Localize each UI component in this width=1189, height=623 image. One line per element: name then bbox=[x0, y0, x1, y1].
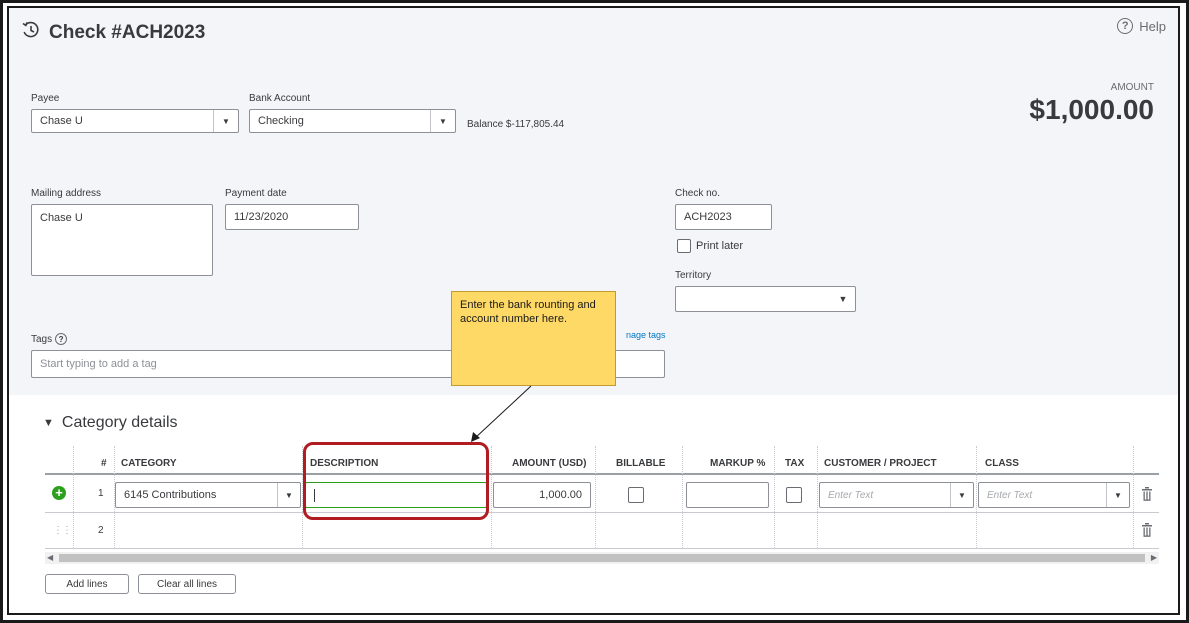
payment-date-label: Payment date bbox=[225, 188, 287, 199]
col-header-class: CLASS bbox=[985, 457, 1019, 469]
class-placeholder: Enter Text bbox=[987, 489, 1033, 501]
payee-select[interactable]: Chase U ▼ bbox=[31, 109, 239, 133]
column-divider bbox=[976, 446, 977, 548]
page-title: Check #ACH2023 bbox=[49, 21, 206, 43]
caret-down-icon[interactable]: ▼ bbox=[43, 417, 54, 429]
mailing-address-value: Chase U bbox=[40, 212, 83, 224]
customer-placeholder: Enter Text bbox=[828, 489, 874, 501]
annotation-callout: Enter the bank rounting and account numb… bbox=[451, 291, 616, 386]
payee-value: Chase U bbox=[40, 115, 83, 127]
bank-account-select[interactable]: Checking ▼ bbox=[249, 109, 456, 133]
row-number: 2 bbox=[98, 525, 104, 536]
chevron-down-icon[interactable]: ▼ bbox=[950, 483, 973, 507]
tax-checkbox[interactable] bbox=[786, 487, 802, 503]
category-value: 6145 Contributions bbox=[124, 489, 217, 501]
scrollbar-thumb[interactable] bbox=[59, 554, 1145, 562]
row-divider bbox=[45, 548, 1159, 549]
row-divider bbox=[45, 512, 1159, 513]
bank-account-label: Bank Account bbox=[249, 93, 311, 104]
category-select[interactable]: 6145 Contributions ▼ bbox=[115, 482, 301, 508]
chevron-down-icon[interactable]: ▼ bbox=[831, 287, 855, 311]
trash-icon[interactable] bbox=[1142, 487, 1152, 506]
column-divider bbox=[595, 446, 596, 548]
column-divider bbox=[1133, 446, 1134, 548]
row-number: 1 bbox=[98, 488, 104, 499]
amount-total: $1,000.00 bbox=[1029, 94, 1154, 125]
amount-value: 1,000.00 bbox=[539, 489, 582, 501]
scroll-left-icon[interactable]: ◀ bbox=[47, 553, 53, 562]
column-divider bbox=[774, 446, 775, 548]
tags-label: Tags bbox=[31, 333, 53, 345]
manage-tags-link[interactable]: nage tags bbox=[626, 330, 666, 340]
balance-value: $-117,805.44 bbox=[505, 119, 565, 130]
check-no-field[interactable]: ACH2023 bbox=[675, 204, 772, 230]
help-button[interactable]: ? Help bbox=[1117, 18, 1166, 34]
markup-input[interactable] bbox=[686, 482, 769, 508]
check-no-value: ACH2023 bbox=[684, 211, 732, 223]
column-divider bbox=[491, 446, 492, 548]
tags-label-group: Tags ? bbox=[31, 333, 68, 345]
payment-date-field[interactable]: 11/23/2020 bbox=[225, 204, 359, 230]
mailing-address-field[interactable]: Chase U bbox=[31, 204, 213, 276]
column-divider bbox=[73, 446, 74, 548]
chevron-down-icon[interactable]: ▼ bbox=[213, 110, 238, 132]
payee-label: Payee bbox=[31, 93, 60, 104]
col-header-amount: AMOUNT (USD) bbox=[512, 457, 587, 469]
print-later-option[interactable]: Print later bbox=[677, 239, 743, 253]
col-header-markup: MARKUP % bbox=[710, 457, 766, 469]
column-divider bbox=[682, 446, 683, 548]
amount-label: AMOUNT bbox=[1110, 82, 1154, 93]
check-window: Check #ACH2023 ? Help AMOUNT $1,000.00 P… bbox=[7, 6, 1180, 615]
col-header-customer: CUSTOMER / PROJECT bbox=[824, 457, 937, 469]
table-header-divider bbox=[45, 473, 1159, 475]
add-lines-button[interactable]: Add lines bbox=[45, 574, 129, 594]
add-row-icon[interactable]: + bbox=[52, 486, 66, 500]
col-header-category: CATEGORY bbox=[121, 457, 177, 469]
territory-label: Territory bbox=[675, 270, 712, 281]
check-no-label: Check no. bbox=[675, 188, 721, 199]
col-header-number: # bbox=[101, 457, 107, 469]
category-details-header[interactable]: ▼ Category details bbox=[43, 414, 178, 432]
customer-project-select[interactable]: Enter Text ▼ bbox=[819, 482, 974, 508]
horizontal-scrollbar[interactable]: ◀ ▶ bbox=[45, 552, 1159, 564]
amount-input[interactable]: 1,000.00 bbox=[493, 482, 591, 508]
class-select[interactable]: Enter Text ▼ bbox=[978, 482, 1130, 508]
info-icon[interactable]: ? bbox=[55, 333, 68, 345]
page-header: Check #ACH2023 bbox=[21, 20, 205, 45]
drag-handle-icon[interactable]: ⋮⋮ bbox=[53, 525, 72, 536]
balance-display: Balance $-117,805.44 bbox=[467, 119, 564, 130]
chevron-down-icon[interactable]: ▼ bbox=[430, 110, 455, 132]
description-highlight-box bbox=[303, 442, 489, 520]
help-icon: ? bbox=[1117, 18, 1134, 34]
print-later-checkbox[interactable] bbox=[677, 239, 691, 253]
territory-select[interactable]: ▼ bbox=[675, 286, 856, 312]
bank-account-value: Checking bbox=[258, 115, 304, 127]
payment-date-value: 11/23/2020 bbox=[234, 211, 289, 223]
print-later-label: Print later bbox=[696, 240, 744, 252]
scroll-right-icon[interactable]: ▶ bbox=[1151, 553, 1157, 562]
mailing-address-label: Mailing address bbox=[31, 188, 102, 199]
column-divider bbox=[817, 446, 818, 548]
balance-label: Balance bbox=[467, 119, 504, 130]
col-header-tax: TAX bbox=[785, 457, 805, 469]
help-label: Help bbox=[1139, 18, 1166, 34]
clear-all-lines-button[interactable]: Clear all lines bbox=[138, 574, 236, 594]
billable-checkbox[interactable] bbox=[628, 487, 644, 503]
chevron-down-icon[interactable]: ▼ bbox=[277, 483, 300, 507]
recent-transactions-icon[interactable] bbox=[21, 20, 41, 45]
chevron-down-icon[interactable]: ▼ bbox=[1106, 483, 1129, 507]
category-details-title: Category details bbox=[61, 414, 178, 431]
col-header-billable: BILLABLE bbox=[616, 457, 666, 469]
tags-placeholder: Start typing to add a tag bbox=[40, 358, 157, 370]
trash-icon[interactable] bbox=[1142, 523, 1152, 542]
